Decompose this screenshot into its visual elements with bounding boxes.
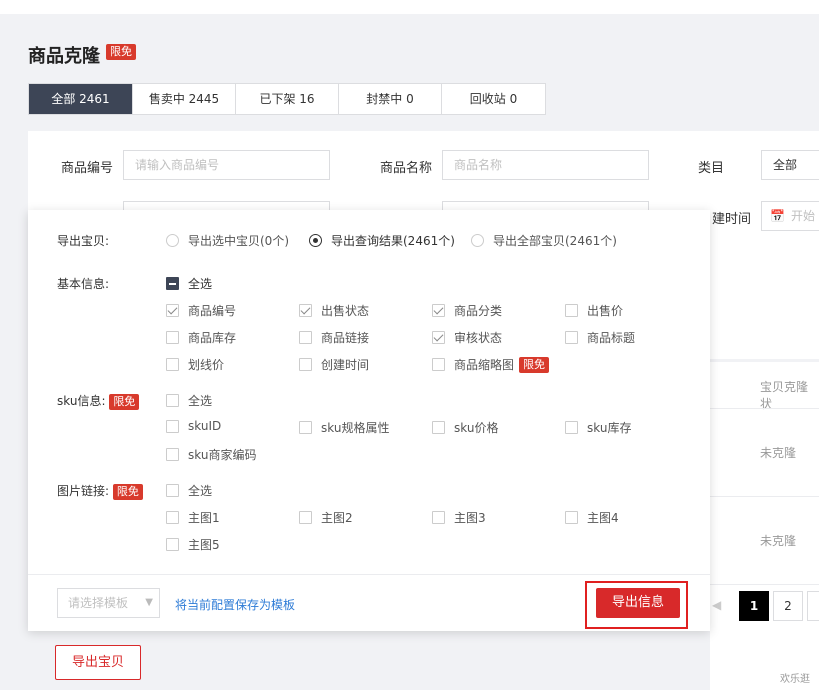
radio-icon	[166, 234, 179, 247]
created-time-input[interactable]: 📅 开始	[761, 201, 819, 231]
checkbox-icon	[299, 511, 312, 524]
field-checkbox[interactable]: 商品库存	[166, 329, 236, 346]
row-divider	[710, 496, 819, 497]
free-badge: 限免	[109, 394, 140, 410]
calendar-icon: 📅	[770, 209, 785, 223]
field-checkbox[interactable]: 出售价	[565, 302, 623, 319]
tab-all[interactable]: 全部 2461	[29, 84, 133, 114]
field-checkbox[interactable]: 商品分类	[432, 302, 502, 319]
checkbox-icon	[166, 419, 179, 433]
checkbox-icon	[565, 421, 578, 434]
basic-info-label: 基本信息:	[57, 277, 110, 291]
checkbox-icon	[166, 331, 179, 344]
export-all-radio[interactable]: 导出全部宝贝(2461个)	[471, 232, 617, 249]
field-checkbox[interactable]: 商品链接	[299, 329, 369, 346]
export-items-button[interactable]: 导出宝贝	[55, 645, 141, 680]
radio-icon	[471, 234, 484, 247]
page-title: 商品克隆	[28, 46, 100, 67]
category-label: 类目	[698, 161, 725, 176]
product-name-label: 商品名称	[380, 161, 433, 176]
product-name-input[interactable]: 商品名称	[442, 150, 649, 180]
field-checkbox[interactable]: 商品标题	[565, 329, 635, 346]
free-badge: 限免	[106, 44, 136, 60]
chevron-left-icon[interactable]: ◀	[712, 598, 721, 612]
save-template-link[interactable]: 将当前配置保存为模板	[175, 596, 295, 613]
page-1-button[interactable]: 1	[739, 591, 769, 621]
tab-off-shelf[interactable]: 已下架 16	[236, 84, 339, 114]
created-time-label: 建时间	[712, 212, 752, 227]
field-checkbox[interactable]: 划线价	[166, 356, 224, 373]
caret-down-icon: ▼	[145, 597, 153, 608]
checkbox-icon	[299, 358, 312, 371]
page-next-button[interactable]	[807, 591, 819, 621]
checkbox-icon	[299, 331, 312, 344]
sku-select-all-checkbox[interactable]: 全选	[166, 392, 212, 409]
row-divider	[710, 408, 819, 409]
product-code-input[interactable]: 请输入商品编号	[123, 150, 330, 180]
checkbox-checked-icon	[432, 304, 445, 317]
field-checkbox[interactable]: 商品编号	[166, 302, 236, 319]
image-field-checkbox[interactable]: 主图3	[432, 509, 486, 526]
checkbox-icon	[565, 511, 578, 524]
checkbox-checked-icon	[299, 304, 312, 317]
category-select[interactable]: 全部	[761, 150, 819, 180]
clone-status-cell: 未克隆	[760, 446, 797, 460]
checkbox-icon	[166, 448, 179, 461]
sku-info-label: sku信息: 限免	[57, 392, 140, 410]
watermark: 欢乐逛	[780, 674, 810, 685]
image-field-checkbox[interactable]: 主图2	[299, 509, 353, 526]
checkbox-icon	[299, 421, 312, 434]
tab-on-sale[interactable]: 售卖中 2445	[133, 84, 236, 114]
basic-select-all-checkbox[interactable]: 全选	[166, 275, 212, 292]
export-selected-radio[interactable]: 导出选中宝贝(0个)	[166, 232, 289, 249]
checkbox-icon	[166, 511, 179, 524]
checkbox-icon	[432, 421, 445, 434]
checkbox-checked-icon	[432, 331, 445, 344]
page-2-button[interactable]: 2	[773, 591, 803, 621]
image-field-checkbox[interactable]: 主图4	[565, 509, 619, 526]
checkbox-indeterminate-icon	[166, 277, 179, 290]
checkbox-icon	[432, 511, 445, 524]
field-checkbox[interactable]: 创建时间	[299, 356, 369, 373]
field-checkbox[interactable]: 商品缩略图 限免	[432, 356, 550, 373]
checkbox-icon	[432, 358, 445, 371]
sku-field-checkbox[interactable]: sku库存	[565, 419, 631, 436]
tab-banned[interactable]: 封禁中 0	[339, 84, 442, 114]
product-code-label: 商品编号	[61, 161, 114, 176]
template-select[interactable]: 请选择模板 ▼	[57, 588, 160, 618]
status-tabs: 全部 2461 售卖中 2445 已下架 16 封禁中 0 回收站 0	[28, 83, 546, 115]
field-checkbox[interactable]: 出售状态	[299, 302, 369, 319]
sku-field-checkbox[interactable]: sku商家编码	[166, 446, 256, 463]
export-info-button[interactable]: 导出信息	[596, 588, 680, 618]
clone-status-cell: 未克隆	[760, 534, 797, 548]
checkbox-icon	[166, 358, 179, 371]
checkbox-icon	[166, 538, 179, 551]
sku-field-checkbox[interactable]: sku价格	[432, 419, 498, 436]
checkbox-icon	[166, 484, 179, 497]
export-query-radio[interactable]: 导出查询结果(2461个)	[309, 232, 455, 249]
image-field-checkbox[interactable]: 主图5	[166, 536, 220, 553]
sku-field-checkbox[interactable]: sku规格属性	[299, 419, 389, 436]
export-scope-label: 导出宝贝:	[57, 234, 110, 248]
tab-recycle-bin[interactable]: 回收站 0	[442, 84, 545, 114]
panel-divider	[28, 574, 710, 575]
clone-status-header: 宝贝克隆状	[760, 380, 809, 411]
checkbox-icon	[166, 394, 179, 407]
checkbox-icon	[565, 304, 578, 317]
image-select-all-checkbox[interactable]: 全选	[166, 482, 212, 499]
checkbox-checked-icon	[166, 304, 179, 317]
image-link-label: 图片链接: 限免	[57, 482, 143, 500]
free-badge: 限免	[519, 356, 550, 373]
free-badge: 限免	[112, 484, 143, 500]
checkbox-icon	[565, 331, 578, 344]
row-divider	[710, 584, 819, 585]
image-field-checkbox[interactable]: 主图1	[166, 509, 220, 526]
field-checkbox[interactable]: 审核状态	[432, 329, 502, 346]
radio-checked-icon	[309, 234, 322, 247]
sku-field-checkbox[interactable]: skuID	[166, 419, 221, 433]
